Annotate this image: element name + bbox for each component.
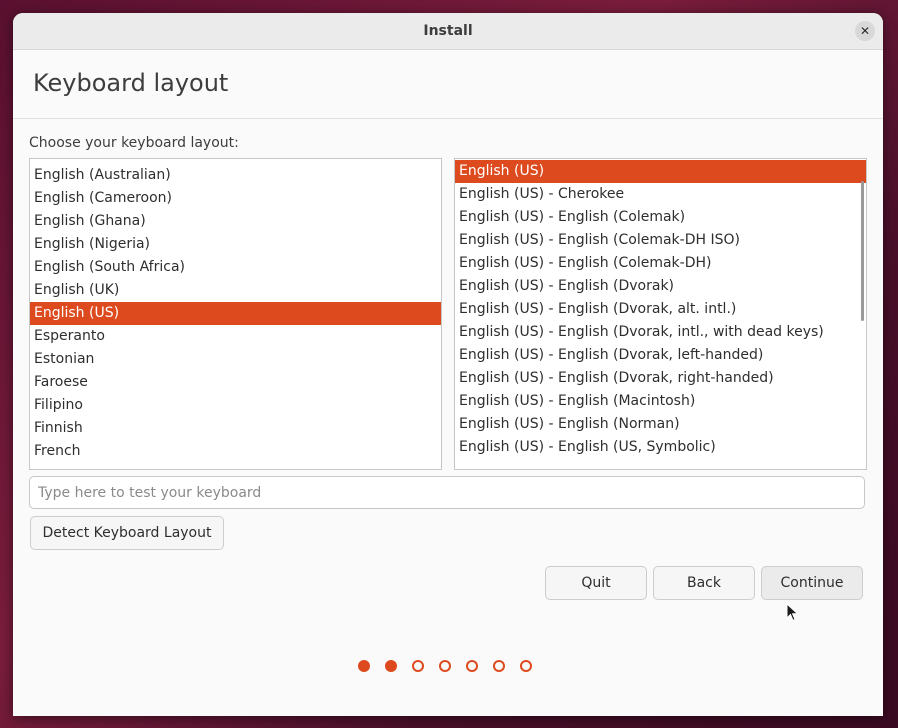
- variant-row[interactable]: English (US) - English (Macintosh): [455, 390, 866, 413]
- layout-row[interactable]: Esperanto: [30, 325, 441, 348]
- title-bar[interactable]: Install ✕: [13, 13, 883, 50]
- layout-list-rows: English (Australian) English (Cameroon) En…: [30, 164, 441, 463]
- divider: [13, 118, 883, 119]
- layout-row[interactable]: English (US): [30, 302, 441, 325]
- progress-dot: [520, 660, 532, 672]
- progress-dot: [358, 660, 370, 672]
- layout-row[interactable]: English (Nigeria): [30, 233, 441, 256]
- mouse-pointer-icon: [786, 602, 799, 622]
- variant-list-scrollbar[interactable]: [861, 181, 864, 321]
- variant-row[interactable]: English (US) - English (Dvorak, right-ha…: [455, 367, 866, 390]
- layout-row[interactable]: Filipino: [30, 394, 441, 417]
- variant-row[interactable]: English (US) - English (Dvorak): [455, 275, 866, 298]
- layout-row[interactable]: Faroese: [30, 371, 441, 394]
- variant-row[interactable]: English (US) - English (Colemak-DH): [455, 252, 866, 275]
- variant-row[interactable]: English (US) - English (Dvorak, intl., w…: [455, 321, 866, 344]
- variant-list-rows: English (US) English (US) - Cherokee Engli…: [455, 160, 866, 459]
- progress-dot: [493, 660, 505, 672]
- back-button[interactable]: Back: [653, 566, 755, 600]
- variant-list[interactable]: English (US) English (US) - Cherokee Engli…: [454, 158, 867, 470]
- variant-row[interactable]: English (US) - English (US, Symbolic): [455, 436, 866, 459]
- layout-row[interactable]: Estonian: [30, 348, 441, 371]
- close-button[interactable]: ✕: [855, 21, 875, 41]
- close-icon: ✕: [859, 24, 871, 38]
- layout-row[interactable]: English (Ghana): [30, 210, 441, 233]
- installer-window: Install ✕ Keyboard layout Choose your ke…: [13, 13, 883, 716]
- quit-button[interactable]: Quit: [545, 566, 647, 600]
- layout-row[interactable]: English (South Africa): [30, 256, 441, 279]
- variant-row[interactable]: English (US) - Cherokee: [455, 183, 866, 206]
- variant-row[interactable]: English (US) - English (Dvorak, alt. int…: [455, 298, 866, 321]
- layout-row[interactable]: French: [30, 440, 441, 463]
- variant-row[interactable]: English (US) - English (Dvorak, left-han…: [455, 344, 866, 367]
- variant-row[interactable]: English (US) - English (Colemak): [455, 206, 866, 229]
- progress-dot: [439, 660, 451, 672]
- window-title: Install: [423, 23, 473, 39]
- layout-row[interactable]: English (Cameroon): [30, 187, 441, 210]
- layout-row[interactable]: English (Australian): [30, 164, 441, 187]
- layout-row[interactable]: Finnish: [30, 417, 441, 440]
- page-title: Keyboard layout: [33, 69, 229, 97]
- detect-keyboard-layout-button[interactable]: Detect Keyboard Layout: [30, 516, 224, 550]
- variant-row[interactable]: English (US) - English (Colemak-DH ISO): [455, 229, 866, 252]
- progress-dot: [385, 660, 397, 672]
- variant-row[interactable]: English (US): [455, 160, 866, 183]
- layout-row[interactable]: English (UK): [30, 279, 441, 302]
- variant-row[interactable]: English (US) - English (Norman): [455, 413, 866, 436]
- progress-dot: [412, 660, 424, 672]
- continue-button[interactable]: Continue: [761, 566, 863, 600]
- keyboard-test-input[interactable]: [29, 476, 865, 509]
- progress-dot: [466, 660, 478, 672]
- layout-prompt-label: Choose your keyboard layout:: [29, 135, 239, 151]
- layout-list[interactable]: English (Australian) English (Cameroon) En…: [29, 158, 442, 470]
